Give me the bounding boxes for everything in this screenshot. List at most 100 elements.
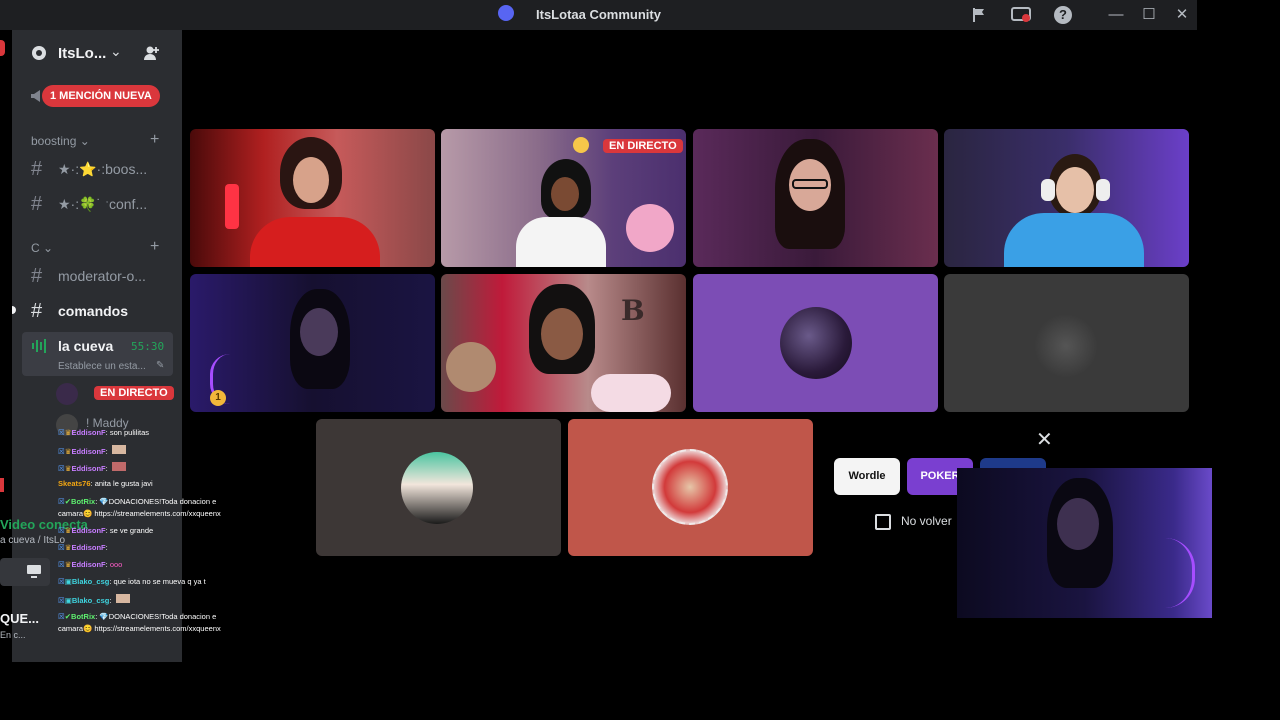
category-label: C (31, 241, 40, 255)
edit-status-icon[interactable]: ✎ (156, 360, 164, 371)
voice-controls (0, 558, 50, 586)
status-emoji-icon (573, 137, 589, 153)
camera-overlay (957, 468, 1212, 618)
glasses-decoration (792, 179, 828, 189)
hash-icon: # (31, 158, 43, 180)
maximize-button[interactable]: ☐ (1137, 4, 1161, 26)
minimize-button[interactable]: — (1104, 4, 1128, 26)
channel-label: ★·:⭐·:boos... (58, 161, 148, 177)
flowers-decoration (591, 374, 671, 412)
rank-badge: 1 (210, 390, 226, 406)
live-badge: EN DIRECTO (94, 386, 174, 400)
help-icon[interactable]: ? (1054, 6, 1072, 24)
close-window-button[interactable]: ✕ (1170, 4, 1194, 26)
headphones-decoration (1096, 179, 1110, 201)
hash-icon: # (31, 265, 43, 287)
activity-wordle[interactable]: Wordle (834, 458, 900, 495)
person-body (516, 217, 606, 267)
user-name[interactable]: QUE... (0, 611, 39, 626)
person-face (1056, 167, 1094, 213)
close-activities-button[interactable]: ✕ (1036, 427, 1053, 452)
new-mention-pill[interactable]: 1 MENCIÓN NUEVA (42, 85, 160, 107)
avatar (652, 449, 728, 525)
chat-message: ☒▣Blako_csg: que iota no se mueva q ya t (58, 577, 206, 586)
channel-label: comandos (58, 303, 129, 319)
voice-tile[interactable] (693, 274, 938, 412)
video-tile[interactable] (944, 129, 1189, 267)
chat-message: Skeats76: anita le gusta javi (58, 479, 153, 488)
no-volver-checkbox[interactable] (875, 514, 891, 530)
chat-message: ☒♛EddisonF: ooo (58, 560, 123, 569)
voice-tile[interactable] (944, 274, 1189, 412)
chat-message: ☒▣Blako_csg: (58, 594, 130, 605)
avatar (401, 452, 473, 524)
channel-label: moderator-o... (58, 268, 146, 284)
hash-icon: # (31, 193, 43, 215)
letter-decoration: B (621, 294, 645, 327)
server-name[interactable]: ItsLo... (58, 45, 106, 62)
voice-status[interactable]: Establece un esta... (58, 361, 146, 372)
video-tile[interactable] (190, 129, 435, 267)
person-body (250, 217, 380, 267)
chat-message: ☒♛EddisonF: (58, 462, 126, 473)
screen-share-icon[interactable] (26, 564, 42, 578)
plush-decoration (446, 342, 496, 392)
stream-icon[interactable] (1011, 6, 1031, 24)
add-channel-button[interactable]: + (150, 238, 159, 256)
channel-conf[interactable]: # ★·:🍀˙ ˑconf... (31, 193, 171, 217)
chat-message: camara😊 https://streamelements.com/xxque… (58, 624, 221, 633)
category-label: boosting (31, 134, 77, 148)
chevron-down-icon: ⌄ (43, 241, 54, 255)
video-tile[interactable] (693, 129, 938, 267)
chat-message: camara😊 https://streamelements.com/xxque… (58, 509, 221, 518)
channel-boosting[interactable]: # ★·:⭐·:boos... (31, 158, 171, 182)
video-tile[interactable]: 1 (190, 274, 435, 412)
voice-tile[interactable] (568, 419, 813, 556)
voice-active-icon (31, 338, 49, 354)
person-face (1057, 498, 1099, 550)
channel-moderator[interactable]: # moderator-o... (31, 265, 171, 289)
voice-tile[interactable] (316, 419, 561, 556)
hash-icon: # (31, 300, 43, 322)
person-face (541, 308, 583, 360)
unread-indicator (0, 40, 5, 56)
chat-message: ☒✔BotRix: 💎DONACIONES!Toda donacion e (58, 612, 217, 621)
channel-comandos[interactable]: # comandos (31, 300, 171, 324)
chevron-down-icon: ⌄ (79, 134, 90, 148)
chat-message: ☒♛EddisonF: (58, 543, 108, 552)
chat-message: ☒✔BotRix: 💎DONACIONES!Toda donacion e (58, 497, 217, 506)
avatar (1034, 314, 1098, 378)
server-settings-icon[interactable] (30, 44, 48, 62)
live-badge: EN DIRECTO (603, 139, 683, 153)
plush-decoration (626, 204, 674, 252)
person-face (300, 308, 338, 356)
user-status: En c... (0, 630, 26, 640)
voice-channel-name: la cueva (58, 338, 114, 354)
invite-people-icon[interactable] (142, 44, 160, 62)
megaphone-icon (30, 89, 42, 103)
avatar (56, 383, 78, 405)
notification-indicator (0, 478, 4, 492)
voice-timer: 55:30 (131, 340, 165, 353)
chat-message: ☒♛EddisonF: (58, 445, 126, 456)
video-tile-live[interactable]: EN DIRECTO (441, 129, 686, 267)
add-channel-button[interactable]: + (150, 131, 159, 149)
avatar (780, 307, 852, 379)
flag-icon[interactable] (970, 6, 988, 24)
category-boosting[interactable]: boosting ⌄ (31, 134, 90, 148)
voice-location[interactable]: a cueva / ItsLo (0, 535, 65, 546)
neon-decoration (1132, 538, 1195, 608)
stream-chat-overlay: ☒♛EddisonF: son pulilitas ☒♛EddisonF: ☒♛… (58, 426, 234, 636)
person-body (1004, 213, 1144, 267)
lamp-decoration (225, 184, 239, 229)
video-tile[interactable]: B (441, 274, 686, 412)
no-volver-label: No volver (901, 514, 952, 528)
headphones-decoration (1041, 179, 1055, 201)
chat-message: ☒♛EddisonF: se ve grande (58, 526, 154, 535)
chevron-down-icon[interactable]: ⌄ (110, 43, 122, 60)
category-c[interactable]: C ⌄ (31, 241, 53, 255)
person-face (551, 177, 579, 211)
chat-message: ☒♛EddisonF: son pulilitas (58, 428, 150, 437)
channel-label: ★·:🍀˙ ˑconf... (58, 196, 148, 212)
person-face (293, 157, 329, 203)
